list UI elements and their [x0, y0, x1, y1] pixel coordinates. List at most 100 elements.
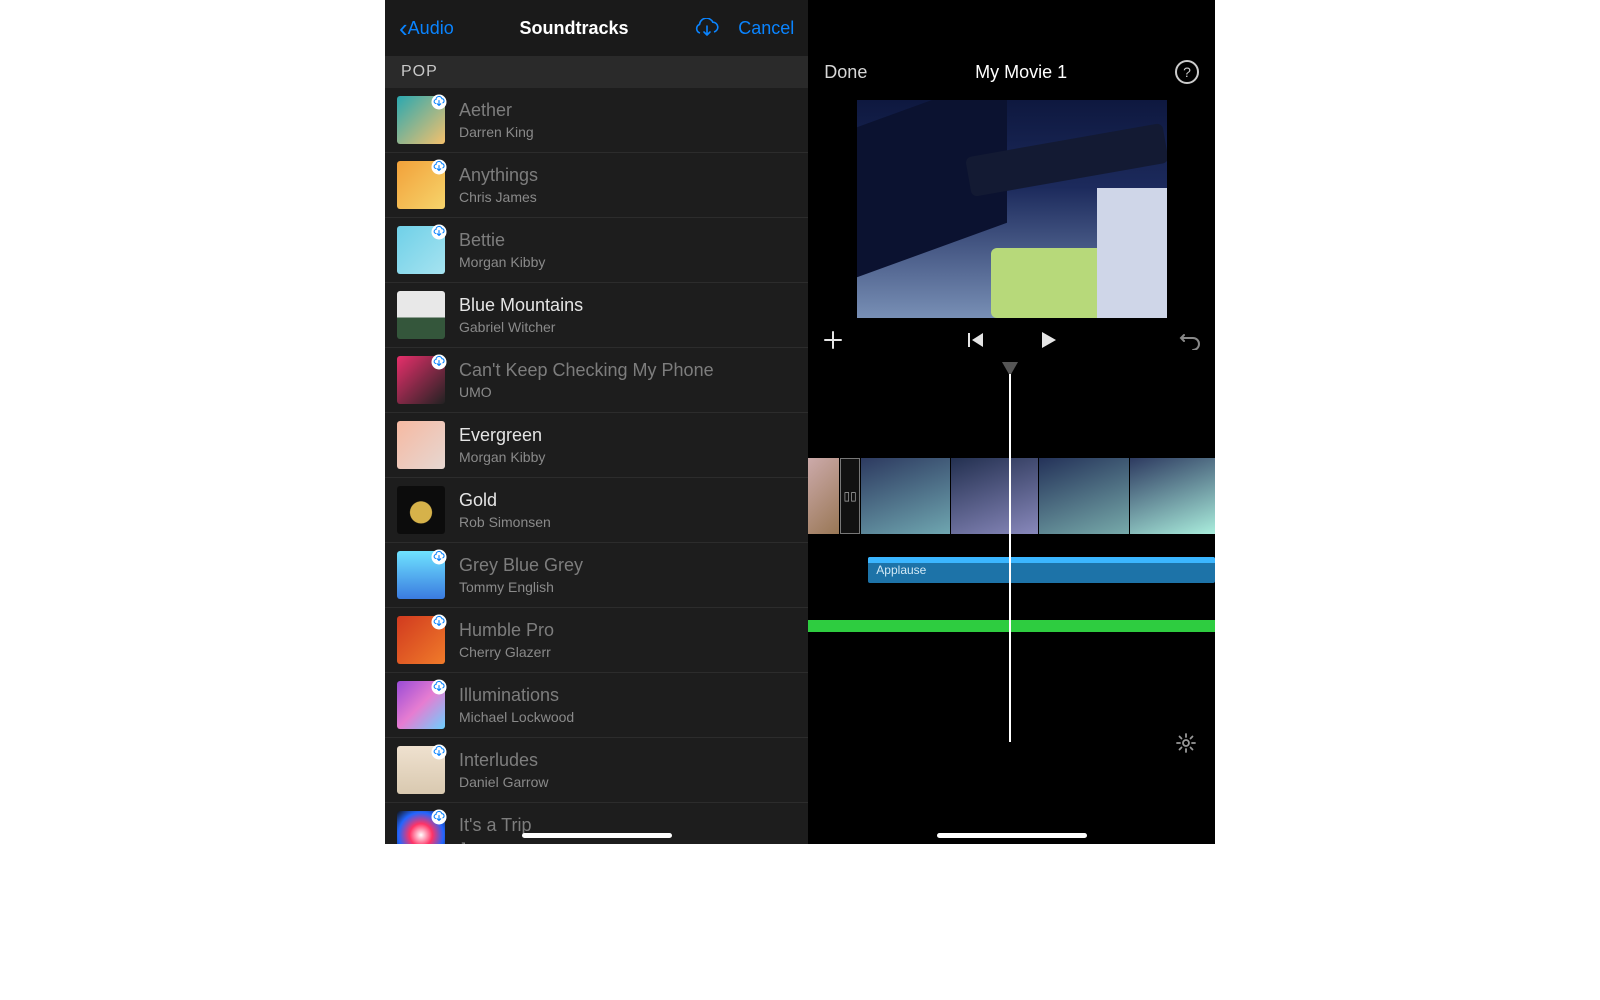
video-clip[interactable] [951, 458, 1038, 534]
play-icon[interactable] [1038, 330, 1058, 350]
cancel-button[interactable]: Cancel [738, 18, 794, 39]
back-button[interactable]: ‹ Audio [399, 15, 454, 41]
track-artist: Morgan Kibby [459, 254, 545, 270]
album-art [397, 96, 445, 144]
track-artist: Chris James [459, 189, 538, 205]
playhead-line[interactable] [1009, 374, 1011, 742]
album-art [397, 356, 445, 404]
track-row[interactable]: Anythings Chris James [385, 153, 808, 218]
track-text: Gold Rob Simonsen [459, 490, 551, 530]
album-art [397, 291, 445, 339]
soundtracks-header: ‹ Audio Soundtracks Cancel [385, 0, 808, 56]
track-artist: Gabriel Witcher [459, 319, 583, 335]
sound-effect-clip[interactable]: Applause [868, 557, 1215, 583]
editor-panel: Done My Movie 1 ? [808, 0, 1215, 844]
track-row[interactable]: AetherDarren King [385, 88, 808, 153]
track-row[interactable]: Grey Blue Grey Tommy English [385, 543, 808, 608]
track-row[interactable]: Bettie Morgan Kibby [385, 218, 808, 283]
editor-header: Done My Movie 1 ? [808, 44, 1215, 100]
track-artist: Morgan Kibby [459, 449, 545, 465]
home-indicator [522, 833, 672, 838]
chevron-left-icon: ‹ [399, 15, 408, 41]
soundtrack-clip[interactable] [808, 620, 1215, 632]
track-row[interactable]: Interludes Daniel Garrow [385, 738, 808, 803]
track-text: AetherDarren King [459, 100, 534, 140]
cloud-badge-icon [431, 679, 447, 695]
track-title: Interludes [459, 750, 548, 772]
video-clip[interactable] [861, 458, 950, 534]
track-text: Interludes Daniel Garrow [459, 750, 548, 790]
album-art [397, 746, 445, 794]
timeline[interactable]: ▯▯ Applause [808, 362, 1215, 782]
cloud-badge-icon [431, 744, 447, 760]
cloud-download-icon[interactable] [694, 18, 720, 38]
album-art [397, 681, 445, 729]
screenshot-stage: ‹ Audio Soundtracks Cancel POP AetherDar… [385, 0, 1215, 844]
track-row[interactable]: Blue Mountains Gabriel Witcher [385, 283, 808, 348]
back-label: Audio [408, 18, 454, 39]
album-art [397, 551, 445, 599]
track-row[interactable]: Humble Pro Cherry Glazerr [385, 608, 808, 673]
album-art [397, 486, 445, 534]
soundtracks-panel: ‹ Audio Soundtracks Cancel POP AetherDar… [385, 0, 808, 844]
track-text: Grey Blue Grey Tommy English [459, 555, 583, 595]
header-actions: Cancel [694, 18, 794, 39]
video-clip[interactable] [808, 458, 839, 534]
cloud-badge-icon [431, 614, 447, 630]
track-row[interactable]: Gold Rob Simonsen [385, 478, 808, 543]
track-row[interactable]: Evergreen Morgan Kibby [385, 413, 808, 478]
track-text: It's a Trip Joywave [459, 815, 531, 844]
settings-icon[interactable] [1175, 732, 1197, 754]
track-artist: Rob Simonsen [459, 514, 551, 530]
album-art [397, 421, 445, 469]
home-indicator [937, 833, 1087, 838]
track-title: Gold [459, 490, 551, 512]
video-clip[interactable] [1039, 458, 1128, 534]
cloud-badge-icon [431, 94, 447, 110]
cloud-badge-icon [431, 549, 447, 565]
track-title: Anythings [459, 165, 538, 187]
track-title: Bettie [459, 230, 545, 252]
transport-controls [808, 318, 1215, 362]
track-title: Blue Mountains [459, 295, 583, 317]
track-artist: Tommy English [459, 579, 583, 595]
done-button[interactable]: Done [824, 62, 867, 83]
track-title: Grey Blue Grey [459, 555, 583, 577]
video-preview[interactable] [857, 100, 1167, 318]
track-text: Blue Mountains Gabriel Witcher [459, 295, 583, 335]
track-title: Can't Keep Checking My Phone [459, 360, 714, 382]
track-title: Humble Pro [459, 620, 554, 642]
track-artist: Daniel Garrow [459, 774, 548, 790]
add-media-icon[interactable] [822, 329, 844, 351]
transition-icon[interactable]: ▯▯ [840, 458, 859, 534]
track-title: Aether [459, 100, 534, 122]
cloud-badge-icon [431, 224, 447, 240]
album-art [397, 161, 445, 209]
cloud-badge-icon [431, 159, 447, 175]
track-text: Illuminations Michael Lockwood [459, 685, 574, 725]
track-text: Anythings Chris James [459, 165, 538, 205]
track-artist: Joywave [459, 839, 531, 844]
project-title: My Movie 1 [975, 62, 1067, 83]
track-row[interactable]: Can't Keep Checking My Phone UMO [385, 348, 808, 413]
track-title: It's a Trip [459, 815, 531, 837]
skip-start-icon[interactable] [966, 331, 986, 349]
track-title: Illuminations [459, 685, 574, 707]
header-title: Soundtracks [519, 18, 628, 39]
track-list[interactable]: AetherDarren King Anythings Chris James Bet… [385, 88, 808, 844]
section-header: POP [385, 56, 808, 88]
track-artist: Cherry Glazerr [459, 644, 554, 660]
album-art [397, 226, 445, 274]
album-art [397, 811, 445, 844]
track-title: Evergreen [459, 425, 545, 447]
track-text: Can't Keep Checking My Phone UMO [459, 360, 714, 400]
undo-icon[interactable] [1179, 330, 1201, 350]
track-artist: Michael Lockwood [459, 709, 574, 725]
video-track[interactable]: ▯▯ [808, 458, 1215, 534]
track-artist: UMO [459, 384, 714, 400]
cloud-badge-icon [431, 354, 447, 370]
cloud-badge-icon [431, 809, 447, 825]
help-icon[interactable]: ? [1175, 60, 1199, 84]
track-row[interactable]: Illuminations Michael Lockwood [385, 673, 808, 738]
video-clip[interactable] [1130, 458, 1215, 534]
